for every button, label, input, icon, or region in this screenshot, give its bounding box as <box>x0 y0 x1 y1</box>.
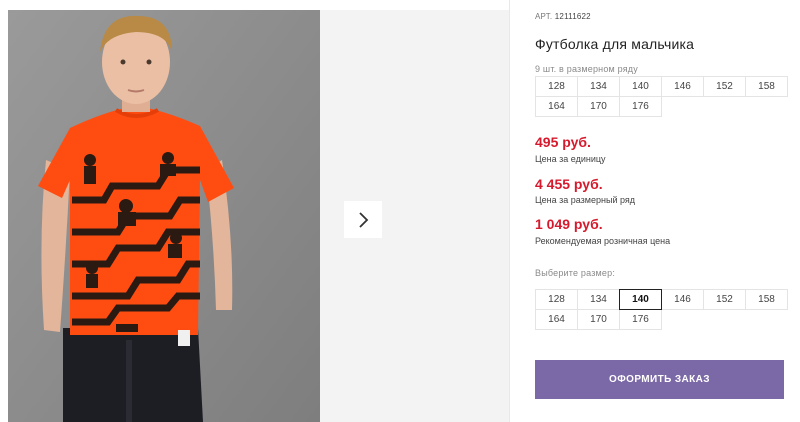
size-picker-caption: Выберите размер: <box>535 268 616 278</box>
size-picker-grid: 128 134 140 146 152 158 164 170 176 <box>535 289 789 330</box>
size-option[interactable]: 134 <box>577 289 620 310</box>
size-option[interactable]: 128 <box>535 289 578 310</box>
retail-price-label: Рекомендуемая розничная цена <box>535 236 671 246</box>
product-photo[interactable] <box>8 10 320 422</box>
unit-price-label: Цена за единицу <box>535 154 606 164</box>
pack-caption: 9 шт. в размерном ряду <box>535 64 638 74</box>
vertical-divider <box>509 0 510 422</box>
pack-size-cell: 128 <box>535 76 578 97</box>
pack-size-cell: 158 <box>745 76 788 97</box>
article-number: 12111622 <box>554 12 591 21</box>
pack-size-cell: 164 <box>535 96 578 117</box>
pack-price-label: Цена за размерный ряд <box>535 195 636 205</box>
size-option-selected[interactable]: 140 <box>619 289 662 310</box>
pack-size-cell: 152 <box>703 76 746 97</box>
pack-size-cell: 134 <box>577 76 620 97</box>
gallery-next-button[interactable] <box>344 201 382 238</box>
pack-size-cell: 146 <box>661 76 704 97</box>
product-gallery <box>8 10 509 422</box>
pack-size-cell: 140 <box>619 76 662 97</box>
pack-size-cell: 170 <box>577 96 620 117</box>
size-option[interactable]: 170 <box>577 309 620 330</box>
size-option[interactable]: 152 <box>703 289 746 310</box>
place-order-button[interactable]: ОФОРМИТЬ ЗАКАЗ <box>535 360 784 399</box>
unit-price: 495 руб. <box>535 134 591 150</box>
chevron-right-icon <box>359 211 369 228</box>
size-option[interactable]: 176 <box>619 309 662 330</box>
size-option[interactable]: 164 <box>535 309 578 330</box>
pack-price: 4 455 руб. <box>535 176 603 192</box>
retail-price: 1 049 руб. <box>535 216 603 232</box>
size-option[interactable]: 146 <box>661 289 704 310</box>
size-option[interactable]: 158 <box>745 289 788 310</box>
pack-size-cell: 176 <box>619 96 662 117</box>
product-title: Футболка для мальчика <box>535 36 695 52</box>
boy-in-orange-tshirt-image <box>8 10 320 422</box>
pack-size-grid: 128 134 140 146 152 158 164 170 176 <box>535 76 789 117</box>
article-label: АРТ. <box>535 12 553 21</box>
article-line: АРТ. 12111622 <box>535 12 591 21</box>
